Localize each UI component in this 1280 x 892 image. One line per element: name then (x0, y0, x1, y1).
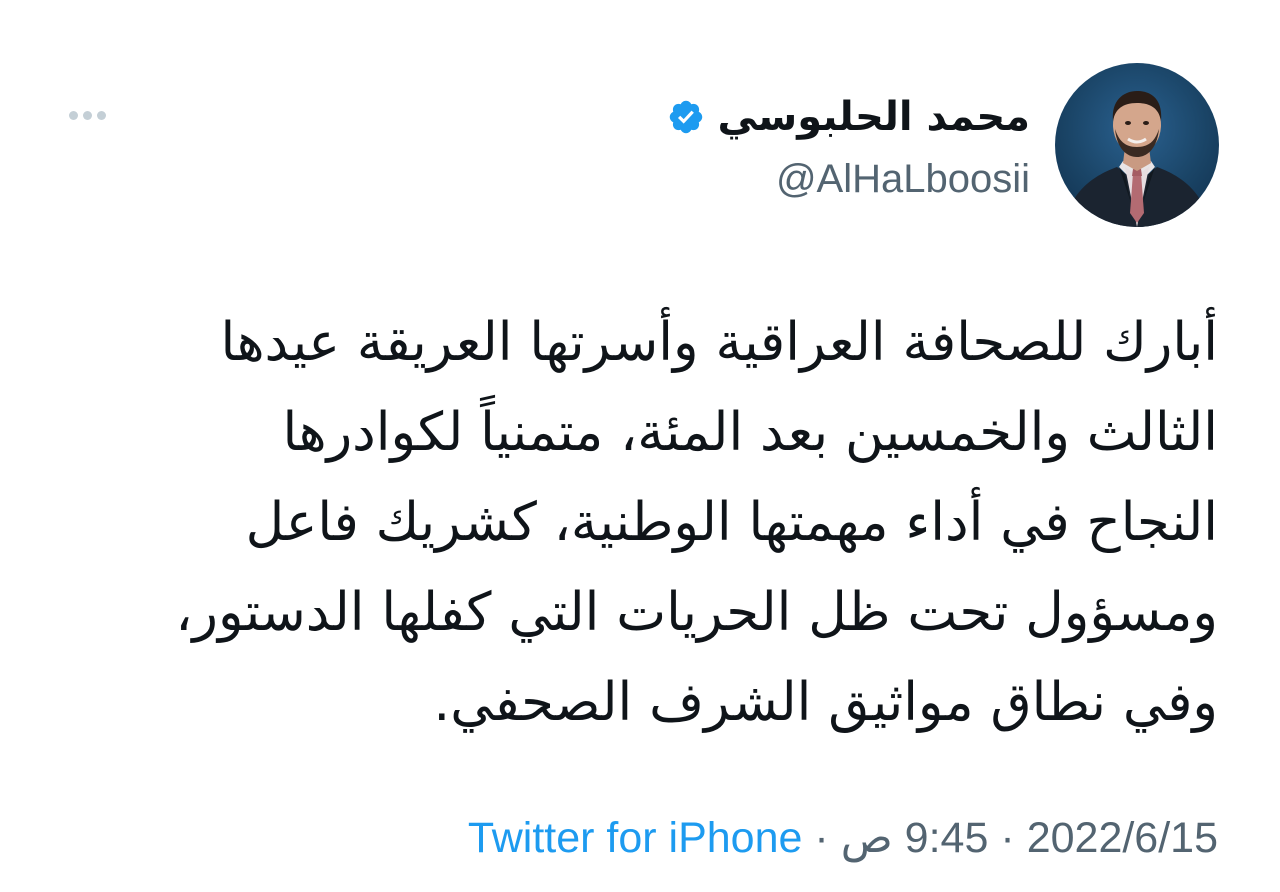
tweet-text-line: الثالث والخمسين بعد المئة، متمنياً لكواد… (282, 402, 1218, 463)
tweet-text-line: ومسؤول تحت ظل الحريات التي كفلها الدستور… (175, 582, 1218, 643)
tweet-source-link[interactable]: Twitter for iPhone (468, 808, 803, 868)
tweet-meta: Twitter for iPhone · 9:45 ص · 2022/6/15 (468, 808, 1218, 868)
author-handle[interactable]: @AlHaLboosii (667, 150, 1030, 208)
author-display-name[interactable]: محمد الحلبوسي (717, 88, 1030, 146)
more-options-button[interactable] (58, 98, 116, 132)
tweet-author: محمد الحلبوسي @AlHaLboosii (667, 88, 1030, 208)
tweet-date[interactable]: 2022/6/15 (1027, 808, 1218, 868)
tweet-text-line: وفي نطاق مواثيق الشرف الصحفي. (433, 672, 1218, 733)
tweet-text: أبارك للصحافة العراقية وأسرتها العريقة ع… (68, 298, 1218, 748)
profile-avatar[interactable] (1055, 63, 1219, 227)
meta-separator: · (814, 814, 829, 862)
meta-separator: · (1000, 814, 1015, 862)
tweet-card: محمد الحلبوسي @AlHaLboosii أبارك للصحافة… (0, 0, 1280, 892)
more-dot (68, 110, 78, 120)
more-dot (96, 110, 106, 120)
more-dot (82, 110, 92, 120)
tweet-text-line: النجاح في أداء مهمتها الوطنية، كشريك فاع… (245, 492, 1218, 553)
verified-badge-icon (670, 100, 703, 134)
tweet-text-line: أبارك للصحافة العراقية وأسرتها العريقة ع… (220, 312, 1218, 373)
author-name-row: محمد الحلبوسي (667, 88, 1030, 146)
tweet-time[interactable]: 9:45 ص (841, 808, 989, 868)
avatar-portrait-icon (1065, 91, 1209, 227)
